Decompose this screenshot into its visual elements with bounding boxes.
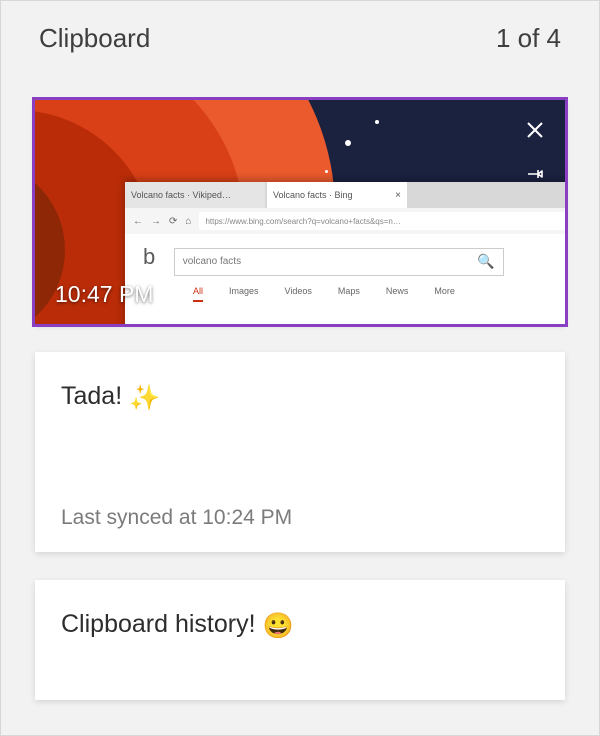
home-icon: ⌂ bbox=[185, 216, 191, 227]
item-text-content: Tada! ✨ bbox=[61, 382, 539, 466]
decorative-star bbox=[325, 170, 328, 173]
clipboard-panel: Clipboard 1 of 4 Volcano facts · Vikiped… bbox=[0, 0, 600, 736]
close-icon: × bbox=[395, 190, 401, 201]
item-counter: 1 of 4 bbox=[496, 23, 561, 54]
item-text-content: Clipboard history! 😀 bbox=[61, 610, 539, 641]
pin-item-button[interactable] bbox=[519, 158, 551, 190]
clipboard-item-text[interactable]: Tada! ✨ Last synced at 10:24 PM bbox=[35, 352, 565, 552]
forward-icon: → bbox=[151, 216, 161, 227]
panel-title: Clipboard bbox=[39, 23, 150, 54]
thumbnail-result-tabs: All Images Videos Maps News More bbox=[143, 286, 565, 302]
thumbnail-search-box: volcano facts 🔍 bbox=[174, 248, 504, 276]
search-icon: 🔍 bbox=[477, 253, 494, 270]
thumbnail-search-text: volcano facts bbox=[183, 256, 241, 267]
refresh-icon: ⟳ bbox=[169, 216, 177, 227]
item-text-value: Clipboard history! bbox=[61, 610, 256, 638]
delete-item-button[interactable] bbox=[519, 114, 551, 146]
clipboard-item-text[interactable]: Clipboard history! 😀 bbox=[35, 580, 565, 700]
item-timestamp: 10:47 PM bbox=[55, 281, 153, 308]
clipboard-item-image[interactable]: Volcano facts · Vikiped… Volcano facts ·… bbox=[35, 100, 565, 324]
close-icon bbox=[526, 121, 544, 139]
thumbnail-tab: Volcano facts · Vikiped… bbox=[125, 182, 265, 208]
thumbnail-page-content: b volcano facts 🔍 All Images Videos Maps… bbox=[125, 234, 565, 312]
thumbnail-browser-window: Volcano facts · Vikiped… Volcano facts ·… bbox=[125, 182, 565, 324]
thumbnail-url: https://www.bing.com/search?q=volcano+fa… bbox=[199, 212, 565, 230]
items-scroll-area[interactable]: Volcano facts · Vikiped… Volcano facts ·… bbox=[1, 72, 599, 728]
sync-status: Last synced at 10:24 PM bbox=[61, 506, 539, 530]
bing-logo: b bbox=[143, 244, 155, 270]
back-icon: ← bbox=[133, 216, 143, 227]
thumbnail-tab: Volcano facts · Bing× bbox=[267, 182, 407, 208]
pin-icon bbox=[525, 164, 545, 184]
item-text-value: Tada! bbox=[61, 382, 122, 410]
grin-emoji: 😀 bbox=[262, 612, 293, 640]
decorative-star bbox=[345, 140, 351, 146]
decorative-star bbox=[375, 120, 379, 124]
thumbnail-address-bar: ← → ⟳ ⌂ https://www.bing.com/search?q=vo… bbox=[125, 208, 565, 234]
clipboard-image-thumbnail: Volcano facts · Vikiped… Volcano facts ·… bbox=[35, 100, 565, 324]
sparkle-emoji: ✨ bbox=[129, 384, 160, 412]
thumbnail-tab-strip: Volcano facts · Vikiped… Volcano facts ·… bbox=[125, 182, 565, 208]
panel-header: Clipboard 1 of 4 bbox=[1, 1, 599, 72]
